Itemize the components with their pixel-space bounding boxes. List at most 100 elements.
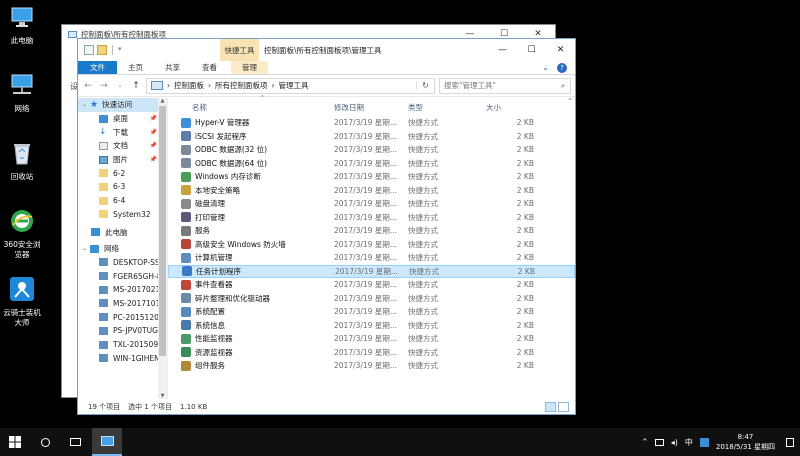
minimize-icon[interactable]: — bbox=[488, 39, 517, 61]
tab-share[interactable]: 共享 bbox=[154, 61, 191, 74]
taskbar: ^ ◂) 中 8:47 2018/5/31 星期四 bbox=[0, 428, 800, 456]
file-row[interactable]: 计算机管理 2017/3/19 星期... 快捷方式 2 KB bbox=[168, 251, 575, 265]
file-row[interactable]: 本地安全策略 2017/3/19 星期... 快捷方式 2 KB bbox=[168, 184, 575, 198]
scrollbar-thumb[interactable] bbox=[159, 106, 166, 356]
explorer-window[interactable]: ▾ 快捷工具 控制面板\所有控制面板项\管理工具 — ☐ ✕ 文件 主页 共享 … bbox=[77, 38, 576, 415]
properties-icon[interactable] bbox=[84, 45, 94, 55]
refresh-icon[interactable]: ↻ bbox=[416, 81, 434, 90]
help-icon[interactable]: ? bbox=[557, 62, 567, 73]
network-icon[interactable] bbox=[654, 438, 664, 446]
start-button[interactable] bbox=[0, 428, 30, 456]
breadcrumb-admin-tools[interactable]: 管理工具 bbox=[279, 80, 309, 91]
file-size: 2 KB bbox=[516, 320, 534, 330]
file-row[interactable]: 服务 2017/3/19 星期... 快捷方式 2 KB bbox=[168, 224, 575, 238]
nav-network-computer[interactable]: PS-JPV0TUGCH bbox=[78, 324, 167, 338]
file-row[interactable]: 磁盘清理 2017/3/19 星期... 快捷方式 2 KB bbox=[168, 197, 575, 211]
nav-network-computer[interactable]: WIN-1GIHEN3I bbox=[78, 351, 167, 365]
nav-network-computer[interactable]: TXL-20150927 bbox=[78, 338, 167, 352]
file-row[interactable]: 任务计划程序 2017/3/19 星期... 快捷方式 2 KB bbox=[168, 264, 575, 278]
file-name-cell: Hyper-V 管理器 bbox=[168, 117, 334, 128]
tab-manage[interactable]: 管理 bbox=[231, 61, 268, 74]
chevron-down-icon[interactable]: ⌄ bbox=[542, 63, 549, 72]
back-arrow-icon[interactable]: ← bbox=[82, 81, 94, 91]
nav-item-folder[interactable]: 6-2 bbox=[78, 166, 167, 180]
file-row[interactable]: 性能监视器 2017/3/19 星期... 快捷方式 2 KB bbox=[168, 332, 575, 346]
desktop-icon-yunqishi[interactable]: 云骑士装机大师 bbox=[0, 276, 44, 328]
column-date[interactable]: 修改日期 bbox=[334, 102, 408, 113]
large-icons-view-icon[interactable] bbox=[558, 401, 569, 412]
computer-icon bbox=[99, 340, 108, 349]
nav-item-folder[interactable]: System32 bbox=[78, 208, 167, 222]
file-row[interactable]: Windows 内存诊断 2017/3/19 星期... 快捷方式 2 KB bbox=[168, 170, 575, 184]
shortcut-icon bbox=[182, 266, 192, 277]
nav-item-folder[interactable]: 6-4 bbox=[78, 194, 167, 208]
file-row[interactable]: 打印管理 2017/3/19 星期... 快捷方式 2 KB bbox=[168, 211, 575, 225]
column-name[interactable]: 名称 bbox=[168, 102, 334, 113]
breadcrumb-control-panel[interactable]: 控制面板 bbox=[174, 80, 204, 91]
chevron-down-icon[interactable]: ⌄ bbox=[82, 245, 87, 252]
clock[interactable]: 8:47 2018/5/31 星期四 bbox=[716, 432, 775, 452]
nav-network-computer[interactable]: PC-20151209O bbox=[78, 310, 167, 324]
desktop-icon-recycle-bin[interactable]: 回收站 bbox=[0, 140, 44, 182]
volume-icon[interactable]: ◂) bbox=[671, 438, 678, 447]
ime-indicator[interactable]: 中 bbox=[685, 437, 693, 448]
scroll-up-icon[interactable]: ▲ bbox=[158, 98, 167, 104]
file-row[interactable]: 系统信息 2017/3/19 星期... 快捷方式 2 KB bbox=[168, 319, 575, 333]
nav-quick-access[interactable]: ⌄ ★ 快速访问 bbox=[78, 98, 167, 112]
tab-file[interactable]: 文件 bbox=[78, 61, 117, 74]
forward-arrow-icon[interactable]: → bbox=[98, 81, 110, 91]
window-controls: — ☐ ✕ bbox=[488, 39, 575, 61]
nav-item-folder[interactable]: 6-3 bbox=[78, 180, 167, 194]
nav-item-desktop[interactable]: 桌面 📌 bbox=[78, 112, 167, 126]
file-size: 2 KB bbox=[516, 172, 534, 182]
file-row[interactable]: ODBC 数据源(64 位) 2017/3/19 星期... 快捷方式 2 KB bbox=[168, 157, 575, 171]
chevron-up-icon[interactable]: ^ bbox=[642, 438, 648, 446]
undo-icon[interactable]: ▾ bbox=[118, 45, 128, 55]
file-row[interactable]: 事件查看器 2017/3/19 星期... 快捷方式 2 KB bbox=[168, 278, 575, 292]
address-bar[interactable]: › 控制面板 › 所有控制面板项 › 管理工具 ↻ bbox=[146, 77, 435, 94]
file-row[interactable]: 碎片整理和优化驱动器 2017/3/19 星期... 快捷方式 2 KB bbox=[168, 292, 575, 306]
nav-network-computer[interactable]: MS-20171019C bbox=[78, 297, 167, 311]
close-icon[interactable]: ✕ bbox=[546, 39, 575, 61]
taskbar-app-control-panel[interactable] bbox=[92, 428, 122, 456]
file-row[interactable]: 组件服务 2017/3/19 星期... 快捷方式 2 KB bbox=[168, 359, 575, 373]
breadcrumb-all-items[interactable]: 所有控制面板项 bbox=[215, 80, 268, 91]
desktop-icon-360-browser[interactable]: 360安全浏览器 bbox=[0, 208, 44, 260]
nav-this-pc[interactable]: 此电脑 bbox=[78, 225, 167, 239]
column-type[interactable]: 类型 bbox=[408, 102, 486, 113]
nav-item-documents[interactable]: 文档 📌 bbox=[78, 139, 167, 153]
nav-item-pictures[interactable]: 图片 📌 bbox=[78, 153, 167, 167]
up-arrow-icon[interactable]: ↑ bbox=[130, 81, 142, 91]
nav-item-downloads[interactable]: ↓ 下载 📌 bbox=[78, 125, 167, 139]
file-row[interactable]: iSCSI 发起程序 2017/3/19 星期... 快捷方式 2 KB bbox=[168, 130, 575, 144]
search-icon[interactable]: ⌕ bbox=[556, 81, 570, 91]
recent-dropdown-icon[interactable]: ⌄ bbox=[114, 82, 126, 89]
maximize-icon[interactable]: ☐ bbox=[517, 39, 546, 61]
chevron-up-icon[interactable]: ^ bbox=[565, 98, 575, 110]
file-row[interactable]: 资源监视器 2017/3/19 星期... 快捷方式 2 KB bbox=[168, 346, 575, 360]
nav-network-computer[interactable]: MS-20170215P bbox=[78, 283, 167, 297]
desktop-icon-this-pc[interactable]: 此电脑 bbox=[0, 4, 44, 46]
nav-network-computer[interactable]: DESKTOP-SSIC bbox=[78, 256, 167, 270]
nav-scrollbar[interactable]: ▲ ▼ bbox=[158, 98, 167, 399]
nav-network[interactable]: ⌄ 网络 bbox=[78, 242, 167, 256]
desktop-icon-network[interactable]: 网络 bbox=[0, 72, 44, 114]
nav-network-computer[interactable]: FGER65GH-8CA bbox=[78, 269, 167, 283]
tab-view[interactable]: 查看 bbox=[191, 61, 228, 74]
search-input[interactable]: 搜索"管理工具" bbox=[444, 80, 496, 91]
file-row[interactable]: 系统配置 2017/3/19 星期... 快捷方式 2 KB bbox=[168, 305, 575, 319]
file-row[interactable]: ODBC 数据源(32 位) 2017/3/19 星期... 快捷方式 2 KB bbox=[168, 143, 575, 157]
details-view-icon[interactable] bbox=[545, 401, 556, 412]
column-size[interactable]: 大小 bbox=[486, 102, 534, 113]
new-folder-icon[interactable] bbox=[97, 45, 107, 55]
notification-icon[interactable] bbox=[786, 437, 794, 447]
chevron-down-icon[interactable]: ⌄ bbox=[82, 101, 87, 108]
file-name-cell: 磁盘清理 bbox=[168, 198, 334, 209]
search-box[interactable]: 搜索"管理工具" ⌕ bbox=[439, 77, 571, 94]
file-row[interactable]: 高级安全 Windows 防火墙 2017/3/19 星期... 快捷方式 2 KB bbox=[168, 238, 575, 252]
ime-tool-icon[interactable] bbox=[699, 437, 709, 447]
search-button[interactable] bbox=[30, 428, 60, 456]
tab-home[interactable]: 主页 bbox=[117, 61, 154, 74]
file-row[interactable]: Hyper-V 管理器 2017/3/19 星期... 快捷方式 2 KB bbox=[168, 116, 575, 130]
task-view-button[interactable] bbox=[60, 428, 90, 456]
